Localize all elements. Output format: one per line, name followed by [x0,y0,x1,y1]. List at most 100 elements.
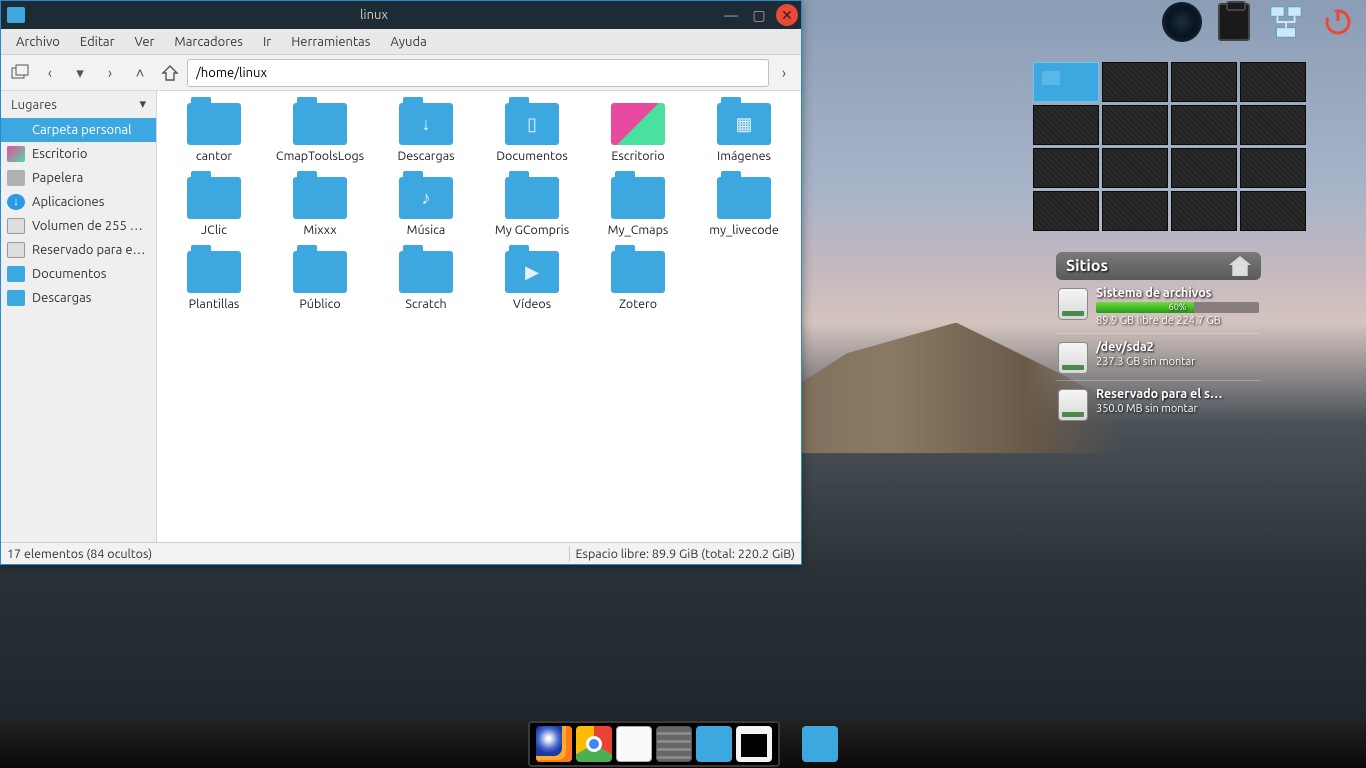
home-button[interactable] [157,60,183,86]
history-dropdown-button[interactable]: ▾ [67,60,93,86]
document-app-icon[interactable] [616,726,652,762]
menu-archivo[interactable]: Archivo [7,32,69,52]
folder-label: cantor [196,149,232,163]
clipboard-icon[interactable] [1214,2,1254,42]
close-button[interactable]: ✕ [776,4,798,26]
folder-item[interactable]: ▯Documentos [479,99,585,167]
file-manager-icon[interactable] [696,726,732,762]
vol-icon [7,242,25,258]
folder-icon [187,251,241,293]
minimize-button[interactable]: — [720,4,742,26]
folder-icon [399,251,453,293]
folder-item[interactable]: ▦Imágenes [691,99,797,167]
sidebar-item-6[interactable]: Documentos [1,262,156,286]
forward-button[interactable]: › [97,60,123,86]
folder-item[interactable]: ♪Música [373,173,479,241]
titlebar[interactable]: linux — ▢ ✕ [1,1,801,29]
folder-label: Plantillas [189,297,240,311]
statusbar: 17 elementos (84 ocultos) Espacio libre:… [1,542,801,564]
folder-item[interactable]: cantor [161,99,267,167]
workspace-3[interactable] [1171,62,1237,102]
workspace-16[interactable] [1240,191,1306,231]
folder-item[interactable]: Plantillas [161,247,267,315]
folder-item[interactable]: My GCompris [479,173,585,241]
folder-item[interactable]: JClic [161,173,267,241]
folder-item[interactable]: Mixxx [267,173,373,241]
sidebar-item-2[interactable]: Papelera [1,166,156,190]
terminal-icon[interactable] [736,726,772,762]
sidebar-item-7[interactable]: Descargas [1,286,156,310]
folder-label: Escritorio [611,149,664,163]
power-icon[interactable] [1318,2,1358,42]
disc-icon[interactable] [1162,2,1202,42]
workspace-9[interactable] [1033,148,1099,188]
workspace-7[interactable] [1171,105,1237,145]
home-icon[interactable] [1229,256,1251,276]
workspace-15[interactable] [1171,191,1237,231]
sitios-row[interactable]: /dev/sda2 237.3 GB sin montar [1056,334,1261,381]
folder-item[interactable]: Público [267,247,373,315]
go-button[interactable]: › [773,60,795,86]
window-title: linux [31,8,717,22]
firefox-icon[interactable] [536,726,572,762]
new-tab-button[interactable] [7,60,33,86]
workspace-6[interactable] [1102,105,1168,145]
calculator-icon[interactable] [656,726,692,762]
sidebar-item-4[interactable]: Volumen de 255 … [1,214,156,238]
sidebar-item-label: Papelera [32,171,83,185]
workspace-8[interactable] [1240,105,1306,145]
menu-ir[interactable]: Ir [254,32,280,52]
sitios-row[interactable]: Sistema de archivos60%89.9 GB libre de 2… [1056,280,1261,334]
drive-icon [1058,389,1088,421]
folder-item[interactable]: my_livecode [691,173,797,241]
sitios-header: Sitios [1056,252,1261,280]
workspace-4[interactable] [1240,62,1306,102]
status-right: Espacio libre: 89.9 GiB (total: 220.2 Gi… [576,547,795,561]
workspace-13[interactable] [1033,191,1099,231]
chrome-icon[interactable] [576,726,612,762]
workspace-1[interactable] [1033,62,1099,102]
folder-item[interactable]: ↓Descargas [373,99,479,167]
folder-label: Música [407,223,446,237]
network-icon[interactable] [1266,2,1306,42]
taskbar-file-manager[interactable] [802,726,838,762]
sidebar-header[interactable]: Lugares ▾ [1,91,156,118]
menubar: ArchivoEditarVerMarcadoresIrHerramientas… [1,29,801,55]
up-button[interactable]: ˄ [127,60,153,86]
site-sub: 237.3 GB sin montar [1096,356,1259,368]
folder-icon [611,251,665,293]
menu-herramientas[interactable]: Herramientas [282,32,379,52]
site-name: /dev/sda2 [1096,340,1259,354]
dl-icon [7,290,25,306]
sidebar-item-0[interactable]: Carpeta personal [1,118,156,142]
folder-item[interactable]: Zotero [585,247,691,315]
folder-label: Descargas [397,149,454,163]
sidebar-item-5[interactable]: Reservado para e… [1,238,156,262]
menu-ayuda[interactable]: Ayuda [381,32,435,52]
workspace-11[interactable] [1171,148,1237,188]
workspace-2[interactable] [1102,62,1168,102]
workspace-5[interactable] [1033,105,1099,145]
maximize-button[interactable]: ▢ [748,4,770,26]
back-button[interactable]: ‹ [37,60,63,86]
folder-item[interactable]: CmapToolsLogs [267,99,373,167]
folder-item[interactable]: My_Cmaps [585,173,691,241]
path-input[interactable] [187,59,769,87]
sitios-row[interactable]: Reservado para el s…350.0 MB sin montar [1056,381,1261,427]
apps-icon: ↓ [7,194,25,210]
workspace-10[interactable] [1102,148,1168,188]
folder-label: Mixxx [303,223,336,237]
sidebar-item-label: Documentos [32,267,106,281]
workspace-14[interactable] [1102,191,1168,231]
folder-view[interactable]: cantor CmapToolsLogs↓Descargas▯Documentos… [157,91,801,542]
sidebar-item-1[interactable]: Escritorio [1,142,156,166]
workspace-12[interactable] [1240,148,1306,188]
folder-icon [293,103,347,145]
folder-item[interactable]: Escritorio [585,99,691,167]
folder-item[interactable]: ▶Vídeos [479,247,585,315]
menu-marcadores[interactable]: Marcadores [165,32,252,52]
folder-item[interactable]: Scratch [373,247,479,315]
menu-editar[interactable]: Editar [71,32,124,52]
menu-ver[interactable]: Ver [126,32,164,52]
sidebar-item-3[interactable]: ↓Aplicaciones [1,190,156,214]
